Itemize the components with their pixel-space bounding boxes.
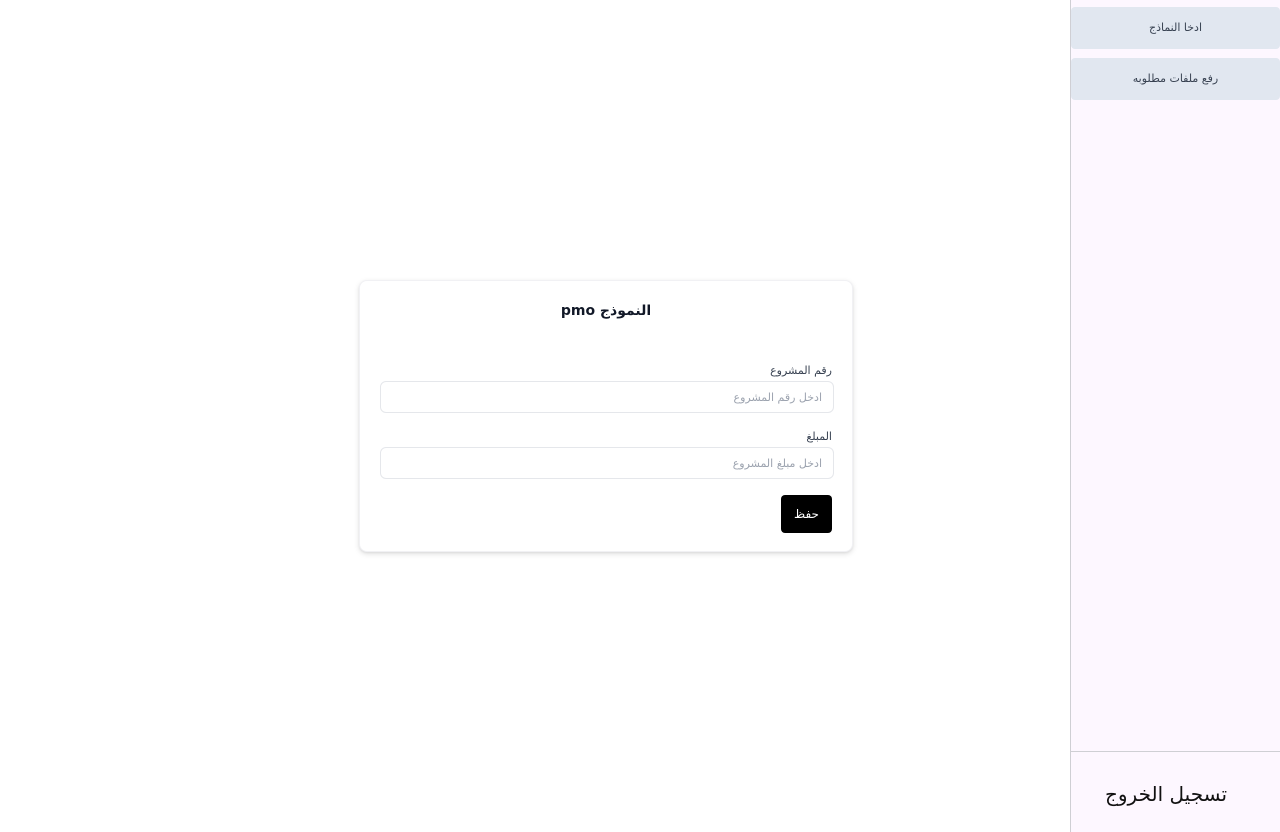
sidebar-divider	[1071, 751, 1280, 752]
save-button[interactable]: حفظ	[781, 495, 832, 533]
sidebar: ادخا النماذج رفع ملفات مطلوبه تسجيل الخر…	[1070, 0, 1280, 832]
project-number-label: رقم المشروع	[770, 364, 832, 377]
app-root: النموذج pmo رقم المشروع المبلغ حفظ ادخا …	[0, 0, 1280, 832]
amount-input[interactable]	[380, 447, 834, 479]
form-title: النموذج pmo	[560, 303, 652, 319]
pmo-form-card: النموذج pmo رقم المشروع المبلغ حفظ	[359, 280, 853, 552]
main-content: النموذج pmo رقم المشروع المبلغ حفظ	[0, 0, 1070, 832]
sidebar-item-enter-forms[interactable]: ادخا النماذج	[1071, 7, 1280, 49]
project-number-input[interactable]	[380, 381, 834, 413]
logout-button[interactable]: تسجيل الخروج	[1101, 776, 1231, 812]
sidebar-item-upload-files[interactable]: رفع ملفات مطلوبه	[1071, 58, 1280, 100]
amount-label: المبلغ	[806, 430, 832, 443]
